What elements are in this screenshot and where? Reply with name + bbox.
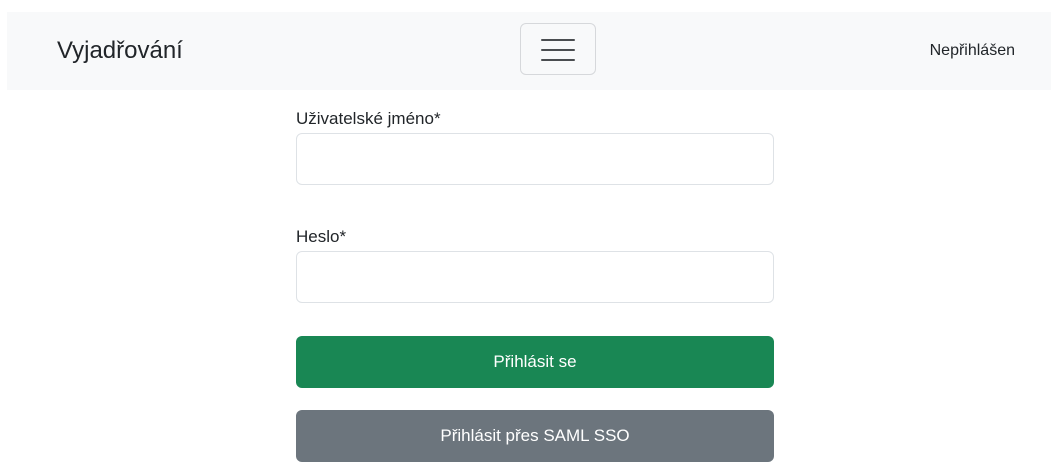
brand-link[interactable]: Vyjadřování xyxy=(57,36,183,66)
saml-sso-button[interactable]: Přihlásit přes SAML SSO xyxy=(296,410,774,462)
username-label: Uživatelské jméno* xyxy=(296,109,441,128)
navbar: Vyjadřování Nepřihlášen xyxy=(7,12,1051,90)
username-input[interactable] xyxy=(296,133,774,185)
password-label: Heslo* xyxy=(296,227,347,246)
password-input[interactable] xyxy=(296,251,774,303)
navbar-toggler-button[interactable] xyxy=(520,23,596,75)
login-button[interactable]: Přihlásit se xyxy=(296,336,774,388)
login-status: Nepřihlášen xyxy=(929,42,1015,59)
